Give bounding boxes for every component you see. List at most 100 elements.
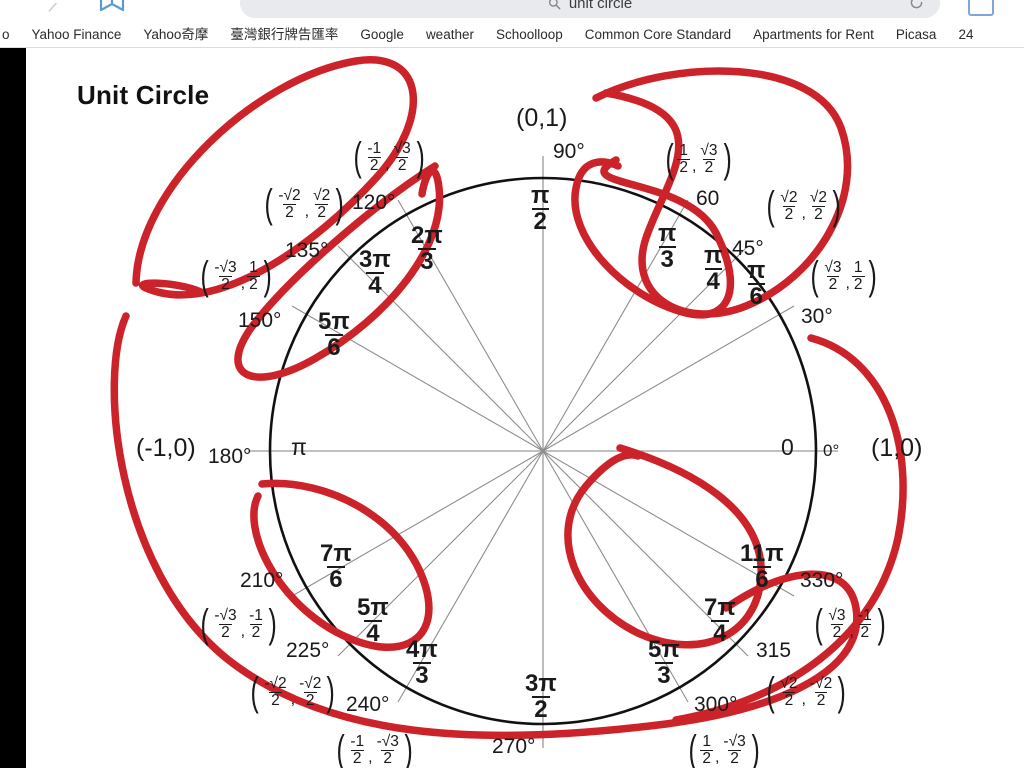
bookmark-item-10[interactable]: 24 xyxy=(947,21,984,47)
coord240-x-den: 2 xyxy=(350,749,364,767)
paren-close: ) xyxy=(263,254,272,298)
coord30-x-num: √3 xyxy=(824,259,842,277)
paren-open: ( xyxy=(200,602,209,646)
threepi4-den: 4 xyxy=(366,272,384,299)
coord240-y-den: 2 xyxy=(381,749,395,767)
fivepi3-num: 5π xyxy=(648,636,680,663)
coord150-x-den: 2 xyxy=(219,275,232,293)
radian-zero: 0 xyxy=(781,434,794,460)
radian-pi-over-6: π 6 xyxy=(745,259,767,309)
radian-pi: π xyxy=(291,434,307,460)
pi4-num: π xyxy=(704,242,723,269)
coord135-x-den: 2 xyxy=(283,203,296,221)
sevenpi4-den: 4 xyxy=(711,620,729,647)
bookmark-item-google[interactable]: Google xyxy=(349,21,415,47)
paren-close: ) xyxy=(837,670,847,714)
radian-pi-over-3: π 3 xyxy=(656,222,678,272)
pi6-den: 6 xyxy=(747,283,765,310)
paren-open: ( xyxy=(665,137,674,181)
bookmark-item-weather[interactable]: weather xyxy=(415,21,485,47)
coord30-y-num: 1 xyxy=(853,259,863,277)
coord330-y-num: -1 xyxy=(857,607,872,625)
coord-135: ( -√2 2 , √2 2 ) xyxy=(262,184,347,224)
bookmark-item-bank-rates[interactable]: 臺灣銀行牌告匯率 xyxy=(219,21,349,47)
coord300-x-den: 2 xyxy=(700,749,713,767)
bookmark-item-common-core[interactable]: Common Core Standard xyxy=(574,21,742,47)
unit-circle-diagram xyxy=(110,56,907,748)
forward-arrow-icon[interactable] xyxy=(44,0,62,14)
coord120-y-den: 2 xyxy=(395,156,409,174)
coord135-y-den: 2 xyxy=(315,203,328,221)
bookmark-item-schoolloop[interactable]: Schoolloop xyxy=(485,21,574,47)
coord330-x-den: 2 xyxy=(830,623,844,641)
bookmark-icon[interactable] xyxy=(95,0,129,18)
coord300-y-den: 2 xyxy=(728,749,741,767)
bookmark-item-yahoo-tw[interactable]: Yahoo奇摩 xyxy=(132,21,219,47)
coord210-y-den: 2 xyxy=(249,623,263,641)
coord-comma: , xyxy=(845,274,850,292)
radian-11pi-over-6: 11π 6 xyxy=(738,542,786,592)
pi3-den: 3 xyxy=(658,246,676,273)
tab-square-icon[interactable] xyxy=(968,0,994,16)
coord-comma: , xyxy=(304,202,310,220)
degree-150: 150° xyxy=(238,309,282,332)
paren-open: ( xyxy=(336,728,345,768)
coord-315: ( √2 2 , -√2 2 ) xyxy=(764,670,849,714)
bookmark-item-apartments[interactable]: Apartments for Rent xyxy=(742,21,885,47)
radian-2pi-over-3: 2π 3 xyxy=(409,224,445,274)
paren-open: ( xyxy=(250,670,259,714)
coord-225: ( -√2 2 , -√2 2 ) xyxy=(248,670,338,714)
paren-close: ) xyxy=(723,137,732,181)
coord240-y-num: -√3 xyxy=(376,733,399,751)
coord315-y-num: -√2 xyxy=(809,675,833,693)
search-icon xyxy=(548,0,561,9)
bookmark-item-yahoo-finance[interactable]: Yahoo Finance xyxy=(21,21,133,47)
paren-open: ( xyxy=(810,254,819,298)
coord-comma: , xyxy=(849,622,854,640)
paren-open: ( xyxy=(688,728,697,768)
coord315-y-den: 2 xyxy=(814,691,828,709)
coord-330: ( √3 2 , -1 2 ) xyxy=(812,602,888,646)
coord315-x-num: √2 xyxy=(780,675,798,693)
paren-close: ) xyxy=(868,254,877,298)
degree-270: 270° xyxy=(492,735,536,758)
degree-300: 300° xyxy=(694,693,738,716)
bookmark-item-0[interactable]: o xyxy=(2,21,21,47)
pi6-num: π xyxy=(747,257,766,284)
bookmarks-bar: o Yahoo Finance Yahoo奇摩 臺灣銀行牌告匯率 Google … xyxy=(0,21,1024,48)
radian-7pi-over-6: 7π 6 xyxy=(318,542,354,592)
browser-chrome: unit circle o Yahoo Finance Yahoo奇摩 臺灣銀行… xyxy=(0,0,1024,48)
fivepi4-den: 4 xyxy=(364,620,382,647)
address-search-bar[interactable]: unit circle xyxy=(240,0,940,18)
sevenpi6-num: 7π xyxy=(320,540,352,567)
coord120-y-num: √3 xyxy=(393,140,411,158)
paren-close: ) xyxy=(877,602,886,646)
paren-close: ) xyxy=(326,670,336,714)
red-loop-right-outer-sweep xyxy=(672,334,907,724)
paren-open: ( xyxy=(766,184,775,228)
degree-90: 90° xyxy=(553,140,585,163)
coord-neg1-0: (-1,0) xyxy=(136,434,196,462)
paren-open: ( xyxy=(200,254,209,298)
twopi3-den: 3 xyxy=(418,248,436,275)
twopi3-num: 2π xyxy=(411,222,443,249)
pi-half-num: π xyxy=(531,182,550,209)
bookmark-item-picasa[interactable]: Picasa xyxy=(885,21,948,47)
coord-comma: , xyxy=(801,204,806,222)
coord225-y-den: 2 xyxy=(303,691,317,709)
radian-5pi-over-4: 5π 4 xyxy=(355,596,391,646)
degree-315: 315 xyxy=(756,639,792,662)
coord225-x-num: -√2 xyxy=(264,675,287,693)
coord150-x-num: -√3 xyxy=(214,259,237,277)
paren-open: ( xyxy=(766,670,775,714)
coord-30: ( √3 2 , 12 ) xyxy=(808,254,879,298)
degree-330: 330° xyxy=(800,569,844,592)
coord-comma: , xyxy=(714,748,720,766)
coord-comma: , xyxy=(385,155,390,173)
reload-icon[interactable] xyxy=(909,0,924,10)
degree-240: 240° xyxy=(346,693,390,716)
coord-comma: , xyxy=(691,157,697,175)
elevenpi6-num: 11π xyxy=(740,540,784,567)
unit-circle-document: Unit Circle (0,1) 90° π 2 0 0° (1,0) (-1… xyxy=(26,48,1024,768)
coord-comma: , xyxy=(290,690,296,708)
